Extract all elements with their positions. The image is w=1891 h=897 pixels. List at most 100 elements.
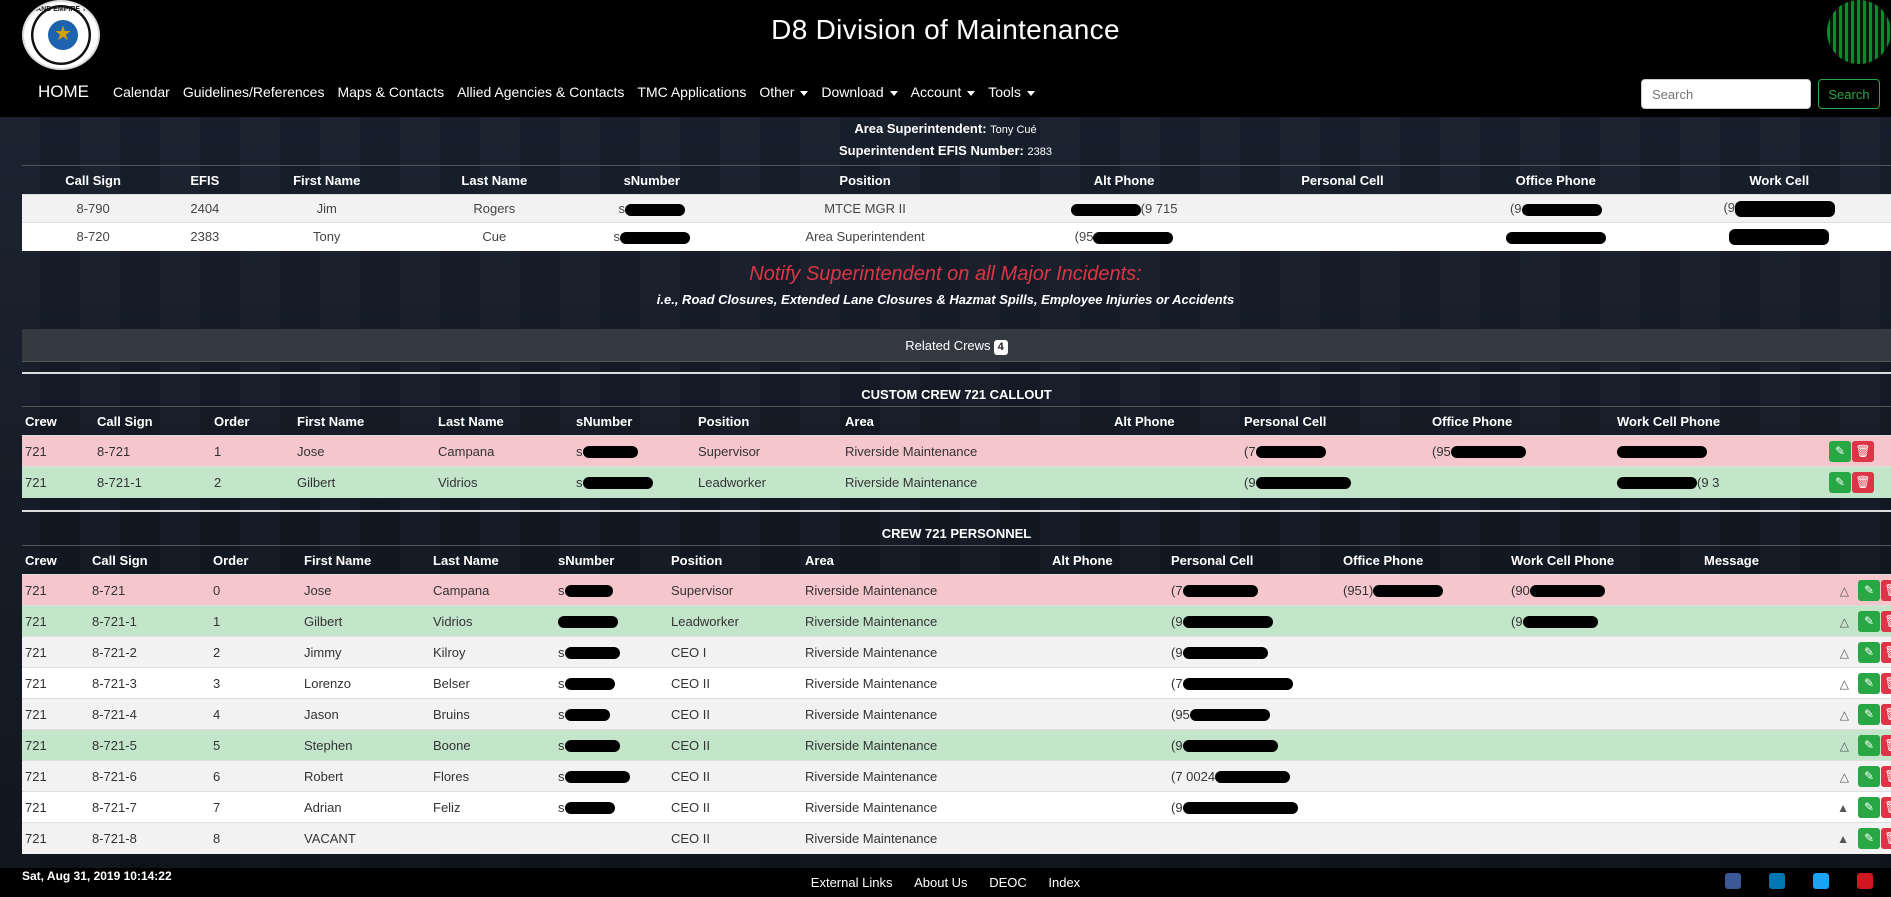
message-icon[interactable]: △ (1840, 739, 1849, 753)
delete-button[interactable]: 🗑 (1881, 827, 1891, 849)
message-icon[interactable]: △ (1840, 770, 1849, 784)
delete-button[interactable]: 🗑 (1881, 579, 1891, 601)
nav-maps-contacts[interactable]: Maps & Contacts (337, 84, 444, 100)
col-alt-phone[interactable]: Alt Phone (1111, 406, 1241, 436)
redacted-cell (555, 822, 668, 854)
redacted-cell: (9 715 (1007, 194, 1241, 223)
search-input[interactable] (1641, 79, 1811, 109)
redacted-cell: (95 (1429, 435, 1614, 467)
col-message[interactable]: Message (1701, 545, 1855, 575)
col-first-name[interactable]: First Name (245, 165, 408, 195)
col-last-name[interactable]: Last Name (430, 545, 555, 575)
col-snumber[interactable]: sNumber (580, 165, 723, 195)
message-icon[interactable]: ▲ (1837, 832, 1849, 846)
edit-button[interactable]: ✎ (1858, 703, 1880, 725)
nav-download-dropdown[interactable]: Download (821, 84, 898, 100)
youtube-icon[interactable] (1857, 873, 1873, 889)
redacted-cell: (7 (1241, 435, 1429, 467)
message-icon[interactable]: △ (1840, 584, 1849, 598)
col-position[interactable]: Position (722, 165, 1008, 195)
matrix-avatar[interactable] (1827, 0, 1891, 64)
col-first-name[interactable]: First Name (294, 406, 435, 436)
main-content: Area Superintendent: Tony Cué Superinten… (0, 117, 1891, 868)
table-row: 721 8-721-3 3 Lorenzo Belser s CEO II Riverside… (22, 667, 1891, 699)
col-efis[interactable]: EFIS (164, 165, 246, 195)
col-personal-cell[interactable]: Personal Cell (1240, 165, 1445, 195)
col-alt-phone[interactable]: Alt Phone (1007, 165, 1241, 195)
nav-home[interactable]: HOME (38, 82, 89, 102)
col-personal-cell[interactable]: Personal Cell (1241, 406, 1429, 436)
nav-tools-dropdown[interactable]: Tools (988, 84, 1035, 100)
redacted-cell: s (555, 574, 668, 606)
search-button[interactable]: Search (1818, 79, 1880, 109)
redacted-cell (1444, 222, 1668, 251)
footer-link-about[interactable]: About Us (914, 875, 967, 890)
col-office-phone[interactable]: Office Phone (1444, 165, 1668, 195)
footer-link-deoc[interactable]: DEOC (989, 875, 1027, 890)
col-work-cell-phone[interactable]: Work Cell Phone (1614, 406, 1826, 436)
redacted-cell: (7 0024 (1168, 760, 1340, 792)
redacted-cell: (9 (1241, 466, 1429, 498)
twitter-icon[interactable] (1813, 873, 1829, 889)
col-call-sign[interactable]: Call Sign (94, 406, 211, 436)
delete-button[interactable]: 🗑 (1881, 610, 1891, 632)
delete-button[interactable]: 🗑 (1852, 471, 1874, 493)
delete-button[interactable]: 🗑 (1881, 765, 1891, 787)
footer-link-index[interactable]: Index (1048, 875, 1080, 890)
col-position[interactable]: Position (695, 406, 842, 436)
edit-button[interactable]: ✎ (1858, 579, 1880, 601)
nav-allied-agencies[interactable]: Allied Agencies & Contacts (457, 84, 624, 100)
col-call-sign[interactable]: Call Sign (22, 165, 165, 195)
footer-link-external[interactable]: External Links (811, 875, 893, 890)
edit-button[interactable]: ✎ (1858, 641, 1880, 663)
message-icon[interactable]: △ (1840, 708, 1849, 722)
facebook-icon[interactable] (1725, 873, 1741, 889)
col-snumber[interactable]: sNumber (573, 406, 695, 436)
nav-guidelines[interactable]: Guidelines/References (183, 84, 325, 100)
edit-button[interactable]: ✎ (1858, 765, 1880, 787)
delete-button[interactable]: 🗑 (1881, 796, 1891, 818)
nav-tmc-applications[interactable]: TMC Applications (637, 84, 746, 100)
col-order[interactable]: Order (210, 545, 301, 575)
col-order[interactable]: Order (211, 406, 294, 436)
col-position[interactable]: Position (668, 545, 802, 575)
linkedin-icon[interactable] (1769, 873, 1785, 889)
delete-button[interactable]: 🗑 (1852, 440, 1874, 462)
edit-button[interactable]: ✎ (1858, 610, 1880, 632)
col-alt-phone[interactable]: Alt Phone (1049, 545, 1168, 575)
col-crew[interactable]: Crew (22, 406, 94, 436)
col-last-name[interactable]: Last Name (435, 406, 573, 436)
edit-button[interactable]: ✎ (1858, 796, 1880, 818)
col-area[interactable]: Area (802, 545, 1049, 575)
redacted-cell (1340, 729, 1508, 761)
col-snumber[interactable]: sNumber (555, 545, 668, 575)
edit-button[interactable]: ✎ (1829, 471, 1851, 493)
redacted-cell (555, 605, 668, 637)
message-icon[interactable]: ▲ (1837, 801, 1849, 815)
col-work-cell-phone[interactable]: Work Cell Phone (1508, 545, 1701, 575)
col-area[interactable]: Area (842, 406, 1111, 436)
message-icon[interactable]: △ (1840, 646, 1849, 660)
message-icon[interactable]: △ (1840, 677, 1849, 691)
col-crew[interactable]: Crew (22, 545, 89, 575)
nav-other-dropdown[interactable]: Other (759, 84, 809, 100)
col-office-phone[interactable]: Office Phone (1429, 406, 1614, 436)
delete-button[interactable]: 🗑 (1881, 641, 1891, 663)
col-work-cell[interactable]: Work Cell (1667, 165, 1891, 195)
col-office-phone[interactable]: Office Phone (1340, 545, 1508, 575)
delete-button[interactable]: 🗑 (1881, 734, 1891, 756)
col-personal-cell[interactable]: Personal Cell (1168, 545, 1340, 575)
nav-account-dropdown[interactable]: Account (911, 84, 976, 100)
related-crews-toggle[interactable]: Related Crews 4 (22, 329, 1891, 362)
edit-button[interactable]: ✎ (1858, 827, 1880, 849)
message-icon[interactable]: △ (1840, 615, 1849, 629)
col-call-sign[interactable]: Call Sign (89, 545, 210, 575)
edit-button[interactable]: ✎ (1829, 440, 1851, 462)
col-last-name[interactable]: Last Name (407, 165, 581, 195)
col-first-name[interactable]: First Name (301, 545, 430, 575)
delete-button[interactable]: 🗑 (1881, 703, 1891, 725)
edit-button[interactable]: ✎ (1858, 672, 1880, 694)
delete-button[interactable]: 🗑 (1881, 672, 1891, 694)
nav-calendar[interactable]: Calendar (113, 84, 170, 100)
edit-button[interactable]: ✎ (1858, 734, 1880, 756)
